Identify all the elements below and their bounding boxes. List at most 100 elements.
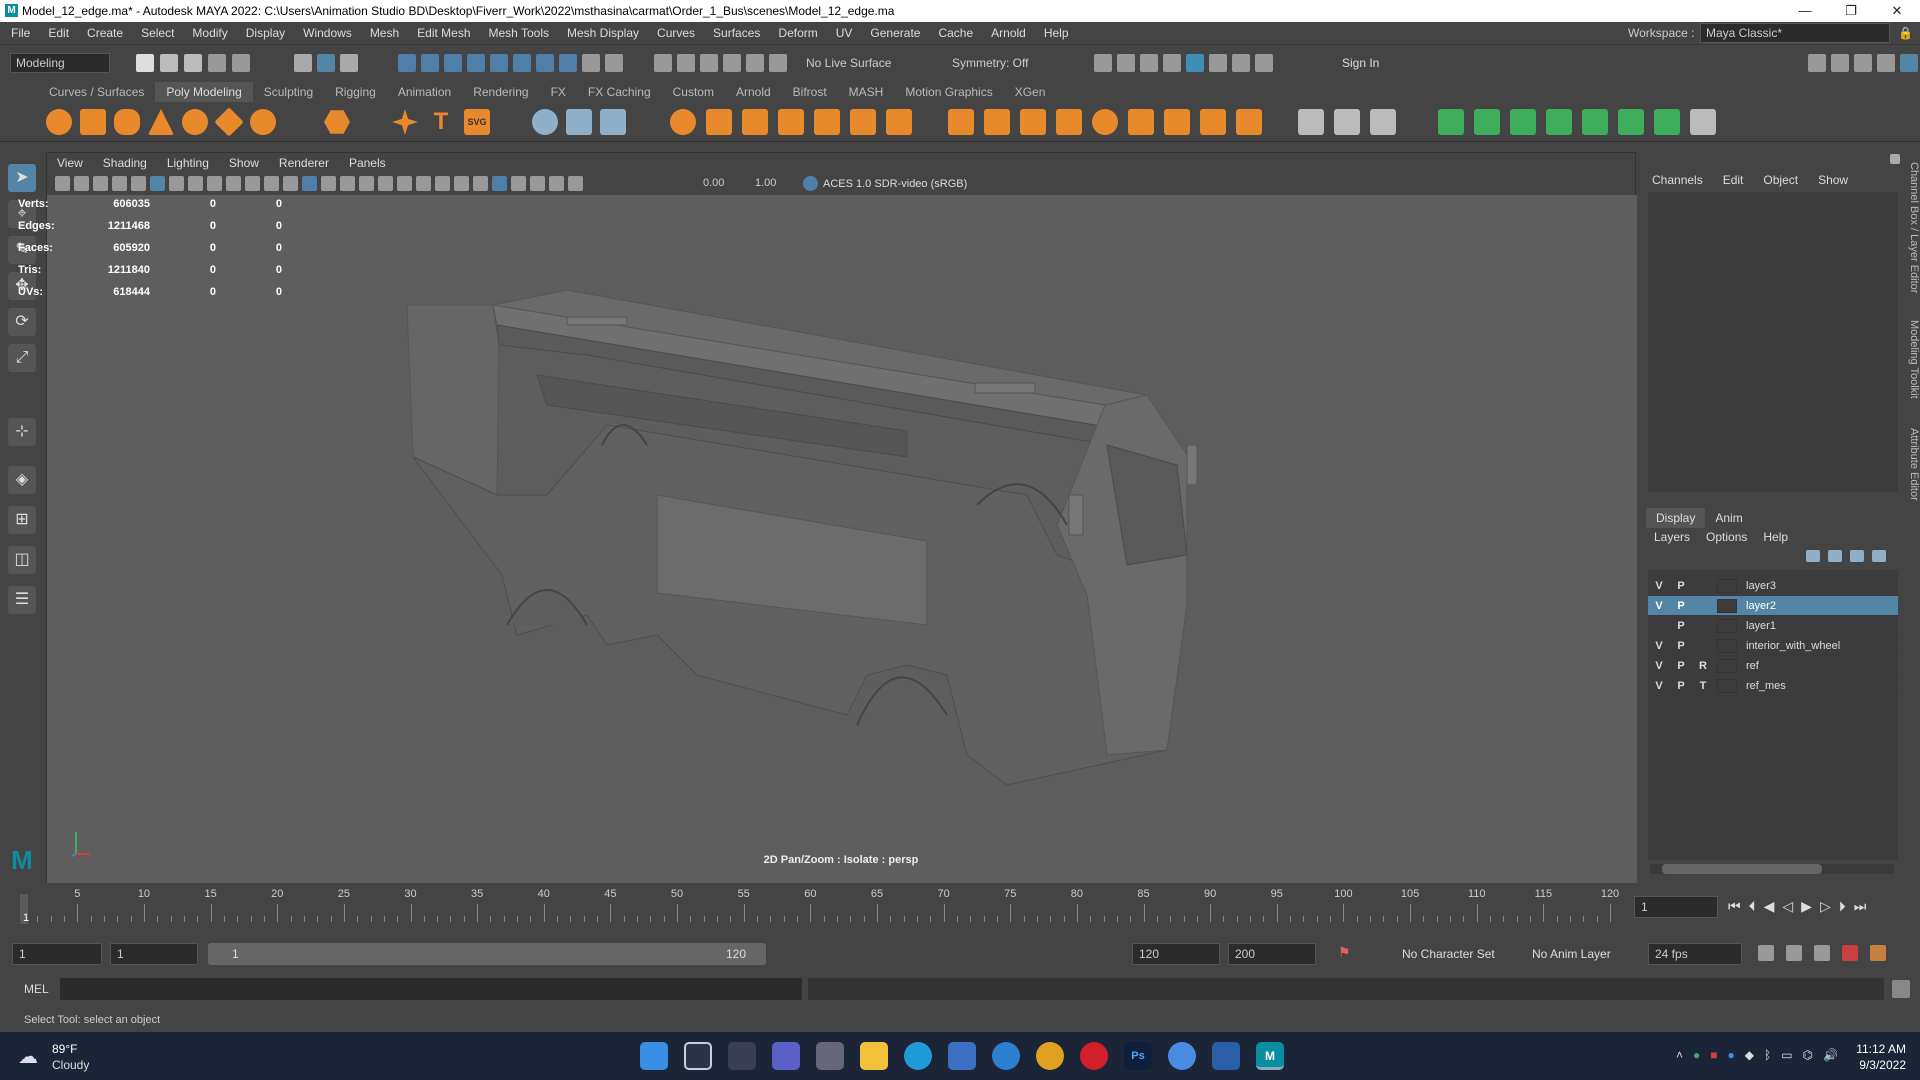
textured-icon[interactable] xyxy=(359,176,374,191)
layer-name[interactable]: layer3 xyxy=(1746,580,1776,592)
snap-pivot-icon[interactable] xyxy=(536,54,554,72)
move-layer-down-icon[interactable] xyxy=(1828,550,1842,562)
poly-cone-icon[interactable] xyxy=(148,109,174,135)
extract-icon[interactable] xyxy=(742,109,768,135)
gate-mask-icon[interactable] xyxy=(207,176,222,191)
step-back-key-icon[interactable]: ⏴ xyxy=(1749,898,1756,915)
range-slider[interactable]: 1 120 xyxy=(208,943,766,965)
layer-name[interactable]: ref xyxy=(1746,660,1759,672)
go-to-end-icon[interactable]: ⏭ xyxy=(1854,898,1867,915)
tab-animation[interactable]: Animation xyxy=(387,82,462,102)
layer-row-layer3[interactable]: V P layer3 xyxy=(1648,576,1898,596)
safe-title-icon[interactable] xyxy=(264,176,279,191)
playback-end-field[interactable]: 120 xyxy=(1132,943,1220,965)
layer-visibility-toggle[interactable]: V xyxy=(1648,640,1670,652)
file-explorer-icon[interactable] xyxy=(860,1042,888,1070)
exposure-value[interactable]: 0.00 xyxy=(703,177,724,189)
render-seq-icon[interactable] xyxy=(1117,54,1135,72)
layer-color-swatch[interactable] xyxy=(1717,578,1737,593)
xray-joints-icon[interactable] xyxy=(511,176,526,191)
separate-icon[interactable] xyxy=(566,109,592,135)
bookmark-icon[interactable] xyxy=(74,176,89,191)
merge-icon[interactable] xyxy=(1236,109,1262,135)
backface-culling-icon[interactable] xyxy=(549,176,564,191)
auto-key-toggle-icon[interactable] xyxy=(1842,945,1858,961)
viewport-menu-shading[interactable]: Shading xyxy=(93,153,157,173)
platonic-solid-icon[interactable] xyxy=(324,110,350,134)
maximize-button[interactable]: ❐ xyxy=(1828,0,1874,22)
snap-misc-icon[interactable] xyxy=(559,54,577,72)
viewport-menu-panels[interactable]: Panels xyxy=(339,153,396,173)
resolution-gate-icon[interactable] xyxy=(188,176,203,191)
menu-cache[interactable]: Cache xyxy=(929,22,982,44)
layer-color-swatch[interactable] xyxy=(1717,678,1737,693)
command-input[interactable] xyxy=(60,978,802,1000)
tray-dropbox-icon[interactable]: ◆ xyxy=(1745,1048,1754,1062)
open-scene-icon[interactable] xyxy=(160,54,178,72)
channelbox-menu-edit[interactable]: Edit xyxy=(1713,168,1754,192)
layer-visibility-toggle[interactable]: V xyxy=(1648,660,1670,672)
render-globe-icon[interactable] xyxy=(1186,54,1204,72)
layer-name[interactable]: interior_with_wheel xyxy=(1746,640,1840,652)
live-surface-label[interactable]: No Live Surface xyxy=(806,56,891,70)
maya-taskbar-icon[interactable]: M xyxy=(1256,1042,1284,1070)
tab-poly-modeling[interactable]: Poly Modeling xyxy=(155,82,253,102)
wireframe-icon[interactable] xyxy=(283,176,298,191)
circularize-icon[interactable] xyxy=(1164,109,1190,135)
exposure-icon[interactable] xyxy=(568,176,583,191)
last-tool-icon[interactable]: ⊹ xyxy=(8,418,36,446)
search-icon[interactable] xyxy=(684,1042,712,1070)
scale-tool-icon[interactable]: ⤢ xyxy=(8,344,36,372)
tab-fx-caching[interactable]: FX Caching xyxy=(577,82,662,102)
layer-row-layer1[interactable]: P layer1 xyxy=(1648,616,1898,636)
tab-motion-graphics[interactable]: Motion Graphics xyxy=(894,82,1003,102)
character-set-dropdown[interactable]: No Character Set xyxy=(1402,947,1495,961)
fill-hole-icon[interactable] xyxy=(850,109,876,135)
tab-bifrost[interactable]: Bifrost xyxy=(782,82,838,102)
smooth-shade-icon[interactable] xyxy=(302,176,317,191)
menu-mesh-display[interactable]: Mesh Display xyxy=(558,22,648,44)
animation-prefs-icon[interactable] xyxy=(1870,945,1886,961)
photoshop-icon[interactable]: Ps xyxy=(1124,1042,1152,1070)
menuset-dropdown[interactable]: Modeling xyxy=(10,53,110,73)
layer-display-type[interactable]: T xyxy=(1692,680,1714,692)
side-tab-attribute-editor[interactable]: Attribute Editor xyxy=(1903,428,1920,501)
menu-deform[interactable]: Deform xyxy=(769,22,826,44)
menu-edit-mesh[interactable]: Edit Mesh xyxy=(408,22,479,44)
layer-visibility-toggle[interactable]: V xyxy=(1648,680,1670,692)
loop-icon[interactable] xyxy=(1758,945,1774,961)
image-plane-icon[interactable] xyxy=(93,176,108,191)
ambient-occlusion-icon[interactable] xyxy=(416,176,431,191)
image-viewer-icon[interactable] xyxy=(1212,1042,1240,1070)
snap-view-plane-icon[interactable] xyxy=(467,54,485,72)
task-view-icon[interactable] xyxy=(728,1042,756,1070)
tray-bluetooth-icon[interactable]: ᛒ xyxy=(1764,1048,1771,1062)
shadows-icon[interactable] xyxy=(397,176,412,191)
channelbox-menu-channels[interactable]: Channels xyxy=(1642,168,1713,192)
layer-color-swatch[interactable] xyxy=(1717,658,1737,673)
symmetry-dropdown[interactable]: Symmetry: Off xyxy=(952,56,1028,70)
render-region-icon[interactable] xyxy=(1140,54,1158,72)
poly-torus-icon[interactable] xyxy=(182,109,208,135)
tool-settings-icon[interactable] xyxy=(1877,54,1895,72)
extrude-icon[interactable] xyxy=(948,109,974,135)
select-hierarchy-icon[interactable] xyxy=(294,54,312,72)
film-gate-icon[interactable] xyxy=(169,176,184,191)
layers-menu-layers[interactable]: Layers xyxy=(1646,530,1698,544)
step-forward-frame-icon[interactable]: ▷ xyxy=(1820,898,1831,915)
workspace-dropdown[interactable]: Maya Classic* xyxy=(1700,23,1890,43)
weather-temperature[interactable]: 89°F xyxy=(52,1042,77,1056)
pause-icon[interactable] xyxy=(1255,54,1273,72)
viewport-menu-lighting[interactable]: Lighting xyxy=(157,153,219,173)
tab-arnold[interactable]: Arnold xyxy=(725,82,782,102)
viewport-menu-renderer[interactable]: Renderer xyxy=(269,153,339,173)
clock-time[interactable]: 11:12 AM xyxy=(1854,1042,1906,1056)
render-current-icon[interactable] xyxy=(677,54,695,72)
tab-xgen[interactable]: XGen xyxy=(1004,82,1057,102)
layer-playback-toggle[interactable]: P xyxy=(1670,620,1692,632)
redo-icon[interactable] xyxy=(232,54,250,72)
default-material-icon[interactable] xyxy=(321,176,336,191)
layer-color-swatch[interactable] xyxy=(1717,598,1737,613)
bevel-icon[interactable] xyxy=(1020,109,1046,135)
isolate-select-icon[interactable] xyxy=(492,176,507,191)
